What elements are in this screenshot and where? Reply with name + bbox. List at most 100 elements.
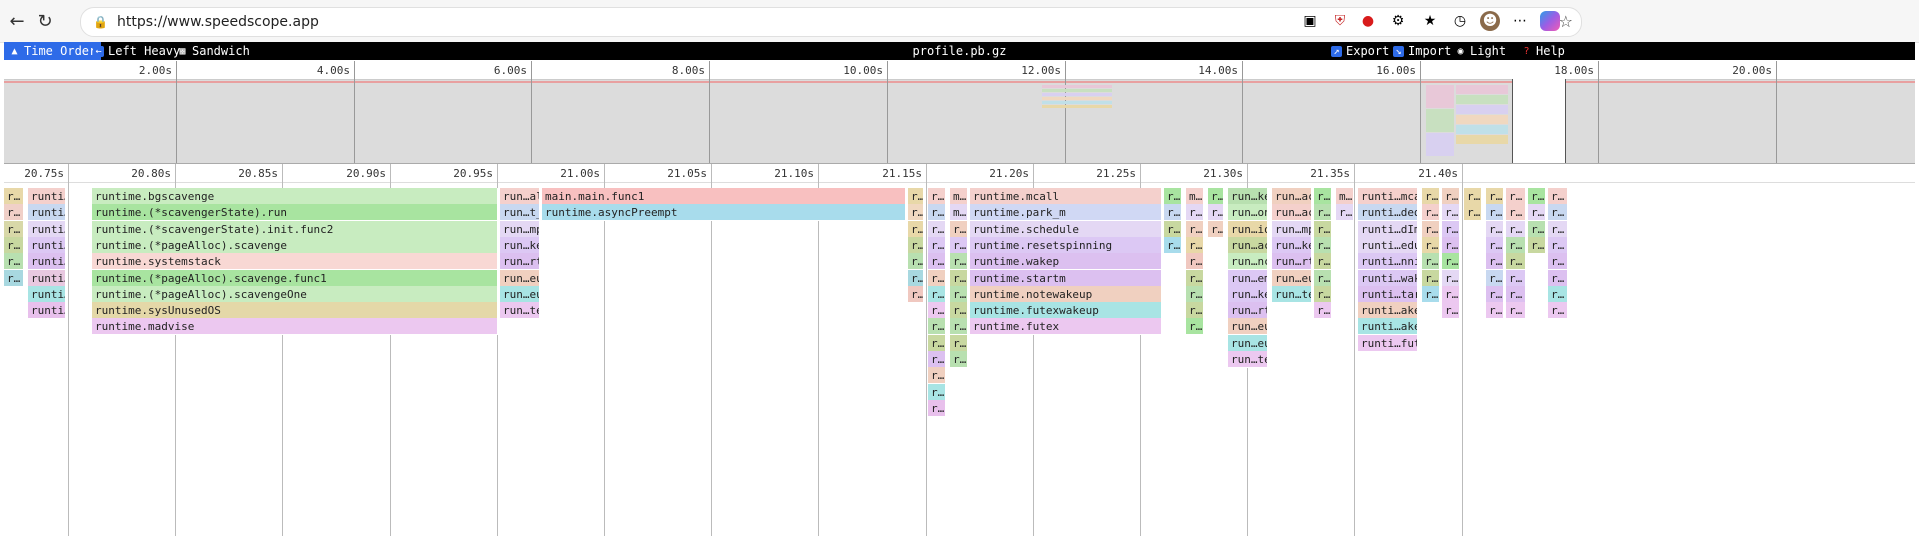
flame-frame[interactable]: r… [908,269,924,287]
flame-frame[interactable]: r… [1506,188,1526,205]
flame-frame[interactable]: r… [928,204,946,222]
flame-graph[interactable]: 20.75s 20.80s 20.85s 20.90s 20.95s 21.00s 21.0… [4,164,1915,536]
flame-frame[interactable]: runtime.(*pageAlloc).scavenge [92,236,498,254]
flame-frame[interactable]: r… [1506,220,1526,238]
flame-frame[interactable]: m… [1336,188,1354,205]
flame-frame[interactable]: run…eup [1228,334,1268,352]
flame-frame[interactable]: runtime.(*scavengerState).init.func2 [92,220,498,238]
flame-frame[interactable]: r… [1442,188,1460,205]
flame-frame[interactable]: run…ema [1228,269,1268,287]
flame-frame[interactable]: r… [950,334,968,352]
flame-frame[interactable]: r… [1442,269,1460,287]
flame-frame[interactable]: r… [4,188,24,205]
flame-frame[interactable]: r… [1314,204,1332,222]
flame-frame[interactable]: r… [1486,236,1504,254]
flame-frame[interactable]: runti…dImpl [1358,220,1418,238]
flame-frame[interactable]: r… [928,220,946,238]
flame-frame[interactable]: runti…akeup [28,269,66,287]
flame-frame[interactable]: r… [928,253,946,271]
flame-frame[interactable]: r… [1486,253,1504,271]
flame-frame[interactable]: runti…mcall [1358,188,1418,205]
flame-frame[interactable]: r… [4,204,24,222]
flame-frame[interactable]: r… [1528,188,1546,205]
flame-frame[interactable]: r… [1528,204,1546,222]
flame-frame[interactable]: runtime.bgscavenge [92,188,498,205]
flame-frame[interactable]: r… [908,253,924,271]
flame-frame[interactable]: r… [1464,188,1482,205]
flame-frame[interactable]: r… [928,302,946,320]
flame-frame[interactable]: runti…edule [1358,236,1418,254]
flame-frame[interactable]: r… [1186,269,1204,287]
reload-icon[interactable]: ↻ [34,10,56,32]
flame-frame[interactable]: r… [950,302,968,320]
flame-frame[interactable]: runtime.(*scavengerState).run [92,204,498,222]
flame-frame[interactable]: r… [950,253,968,271]
flame-frame[interactable]: runtime.(*pageAlloc).scavengeOne [92,285,498,303]
flame-frame[interactable]: r… [928,236,946,254]
flame-frame[interactable]: run…kep [1272,236,1312,254]
flame-frame[interactable]: r… [1486,269,1504,287]
flame-frame[interactable]: r… [1164,220,1182,238]
flame-frame[interactable]: r… [950,269,968,287]
flame-frame[interactable]: r… [1506,285,1526,303]
flame-frame[interactable]: r… [928,188,946,205]
flame-frame[interactable]: r… [928,383,946,401]
flame-frame[interactable]: r… [1314,285,1332,303]
flame-frame[interactable]: r… [1528,236,1546,254]
import-button[interactable]: ↘ Import [1388,42,1456,60]
flame-frame[interactable]: r… [1548,204,1568,222]
flame-frame[interactable]: r… [1186,318,1204,336]
flame-frame[interactable]: r… [928,318,946,336]
flame-frame[interactable]: r… [928,351,946,368]
red-extension-icon[interactable]: ● [1358,11,1378,31]
flame-frame[interactable]: r… [928,367,946,385]
flame-frame[interactable]: r… [1314,269,1332,287]
flame-frame[interactable]: r… [4,236,24,254]
minimap-viewport[interactable] [1512,79,1566,163]
shield-extension-icon[interactable]: ⛨ [1330,11,1350,31]
flame-frame[interactable]: r… [1548,236,1568,254]
flame-frame[interactable]: runti…dImpl [28,220,66,238]
flame-frame[interactable]: r… [1422,269,1440,287]
flame-frame[interactable]: runtime.futexwakeup [970,302,1162,320]
flame-frame[interactable]: runtime.resetspinning [970,236,1162,254]
history-icon[interactable]: ◷ [1450,11,1470,31]
flame-frame[interactable]: m… [950,188,968,205]
flame-frame[interactable]: runtime.asyncPreempt [542,204,906,222]
address-bar[interactable]: 🔒 https://www.speedscope.app ☆ [80,7,1582,37]
flame-frame[interactable]: run…eup [500,285,540,303]
flame-frame[interactable]: r… [1506,269,1526,287]
flame-frame[interactable]: run…mpl [500,220,540,238]
flame-frame[interactable]: runtime.(*pageAlloc).scavenge.func1 [92,269,498,287]
flame-frame[interactable]: r… [1442,220,1460,238]
flame-frame[interactable]: run…ack [1272,188,1312,205]
flame-frame[interactable]: runtime.systemstack [92,253,498,271]
flame-frame[interactable]: r… [1442,285,1460,303]
avatar[interactable]: ☻ [1480,11,1500,31]
flame-frame[interactable]: r… [1548,269,1568,287]
favorites-icon[interactable]: ★ [1420,11,1440,31]
flame-frame[interactable]: runti…ded_m [1358,204,1418,222]
flame-frame[interactable]: r… [1548,302,1568,320]
flame-frame[interactable]: r… [1548,220,1568,238]
flame-frame[interactable]: r… [1486,302,1504,320]
flame-frame[interactable]: run…tex [500,302,540,320]
flame-frame[interactable]: runtime.wakep [970,253,1162,271]
flame-frame[interactable]: run…ack [1272,204,1312,222]
flame-frame[interactable]: runti…akeup [28,285,66,303]
flame-frame[interactable]: runtime.madvise [92,318,498,336]
flame-frame[interactable]: r… [950,285,968,303]
flame-frame[interactable]: runti…futex [1358,334,1418,352]
flame-frame[interactable]: run…kep [500,236,540,254]
flame-frame[interactable]: runti…akeup [1358,302,1418,320]
more-menu-icon[interactable]: ⋯ [1510,11,1530,31]
flame-frame[interactable]: m… [1186,188,1204,205]
export-button[interactable]: ↗ Export [1326,42,1394,60]
flame-frame[interactable]: run…one [1228,204,1268,222]
flame-frame[interactable]: m… [950,204,968,222]
flame-frame[interactable]: r… [1506,253,1526,271]
flame-frame[interactable]: runti…tartm [28,253,66,271]
media-icon[interactable]: ▣ [1300,11,1320,31]
flame-frame[interactable]: runtime.sysUnusedOS [92,302,498,320]
flame-frame[interactable]: r… [1548,188,1568,205]
